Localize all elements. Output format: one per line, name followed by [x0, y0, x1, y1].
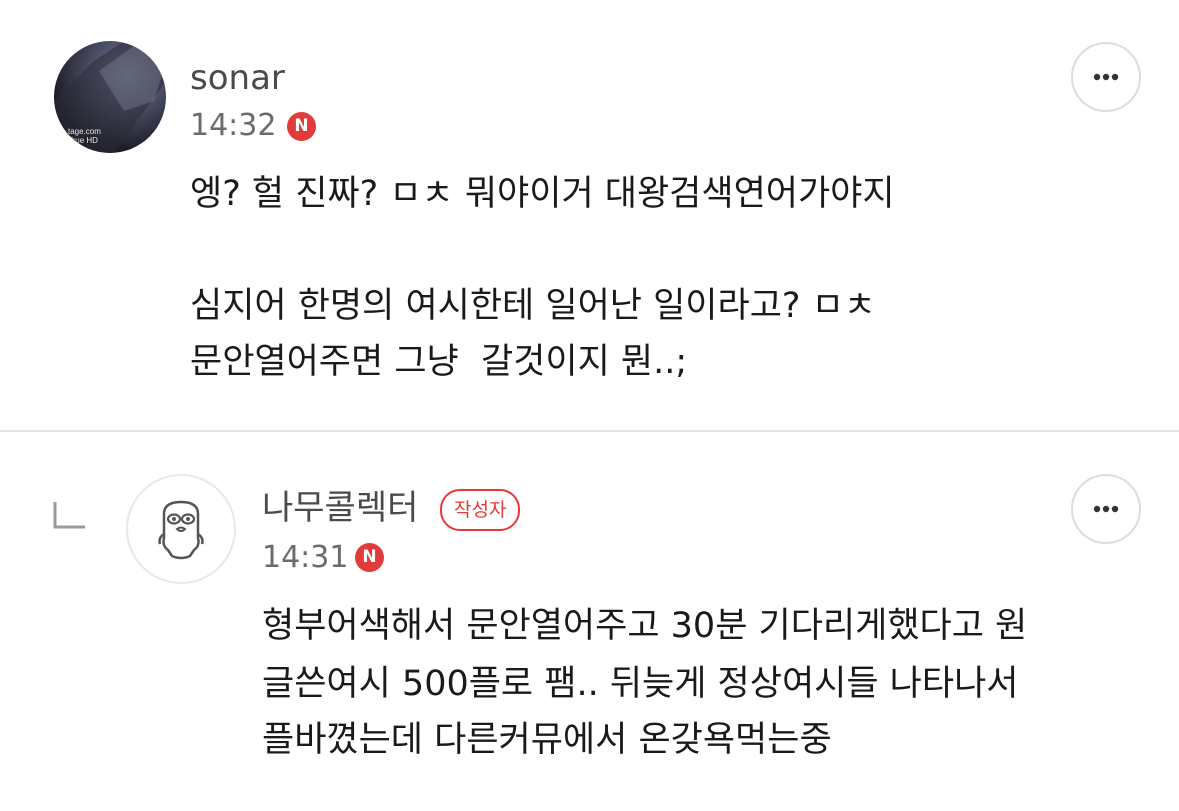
avatar-watermark: tage.com True HD [68, 127, 101, 145]
avatar-watermark-line-1: tage.com [68, 127, 101, 136]
reply-arrow-icon [53, 502, 85, 529]
comment-body-line: 플바꼈는데 다른커뮤에서 온갖욕먹는중 [262, 720, 832, 760]
comment-body-line: 엥? 헐 진짜? ㅁㅊ 뭐야이거 대왕검색연어가야지 [190, 174, 895, 214]
comment-nickname[interactable]: 나무콜렉터 [262, 488, 418, 528]
more-options-button[interactable] [1071, 42, 1141, 112]
avatar-watermark-line-2: True HD [68, 136, 98, 145]
new-badge-icon: N [287, 112, 316, 141]
comment-body-line: 심지어 한명의 여시한테 일어난 일이라고? ㅁㅊ [190, 286, 877, 326]
comment-body-line: 문안열어주면 그냥 갈것이지 뭔..; [190, 342, 688, 382]
comment-body-line: 글쓴여시 500플로 팸.. 뒤늦게 정상여시들 나타나서 [262, 664, 1019, 704]
more-options-button[interactable] [1071, 474, 1141, 544]
avatar[interactable]: tage.com True HD [54, 41, 166, 153]
comment-divider [0, 430, 1179, 432]
comment-time: 14:31 [262, 540, 349, 575]
more-horizontal-icon [1093, 73, 1119, 81]
new-badge-icon: N [355, 543, 384, 572]
character-avatar-icon [158, 500, 204, 560]
author-badge: 작성자 [440, 489, 521, 531]
comment-item: tage.com True HD sonar 14:32 N 엥? 헐 진짜? … [0, 0, 1179, 431]
comment-time: 14:32 [190, 108, 277, 143]
comment-body-line: 형부어색해서 문안열어주고 30분 기다리게했다고 원 [262, 606, 1028, 646]
avatar[interactable] [126, 474, 236, 584]
comment-nickname[interactable]: sonar [190, 58, 285, 98]
more-horizontal-icon [1093, 505, 1119, 513]
